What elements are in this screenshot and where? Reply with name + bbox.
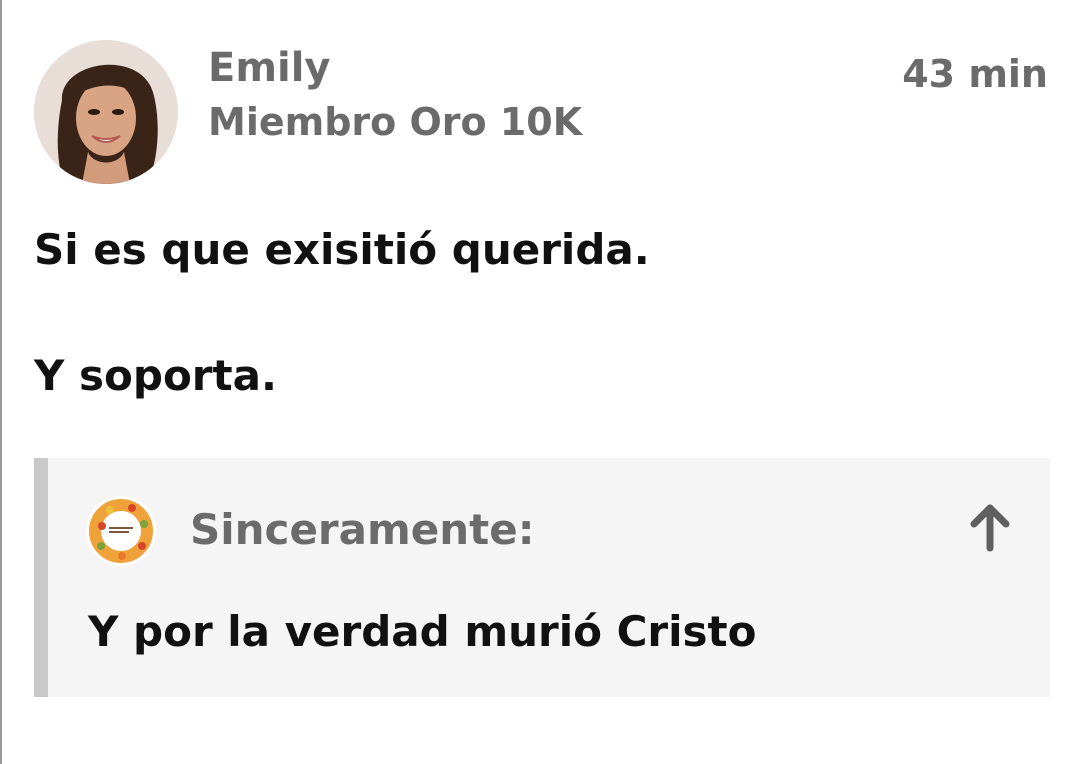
author-rank: Miembro Oro 10K [208,100,583,144]
forum-post: Emily Miembro Oro 10K 43 min Si es que e… [0,0,1080,764]
quote-author-avatar[interactable] [86,496,156,566]
quote-author-label[interactable]: Sinceramente: [190,504,535,556]
post-body-line: Si es que exisitió querida. [34,225,650,274]
quote-bar [34,458,48,697]
user-photo-avatar-icon [34,40,178,184]
author-avatar[interactable] [34,40,178,184]
arrow-up-icon[interactable] [962,498,1018,558]
quote-text: Y por la verdad murió Cristo [88,607,757,656]
thanksgiving-wreath-avatar-icon [86,496,156,566]
post-timestamp: 43 min [902,52,1048,96]
quoted-reply: Sinceramente: Y por la verdad murió Cris… [34,458,1050,697]
author-name[interactable]: Emily [208,44,331,92]
post-body-line: Y soporta. [34,351,277,400]
